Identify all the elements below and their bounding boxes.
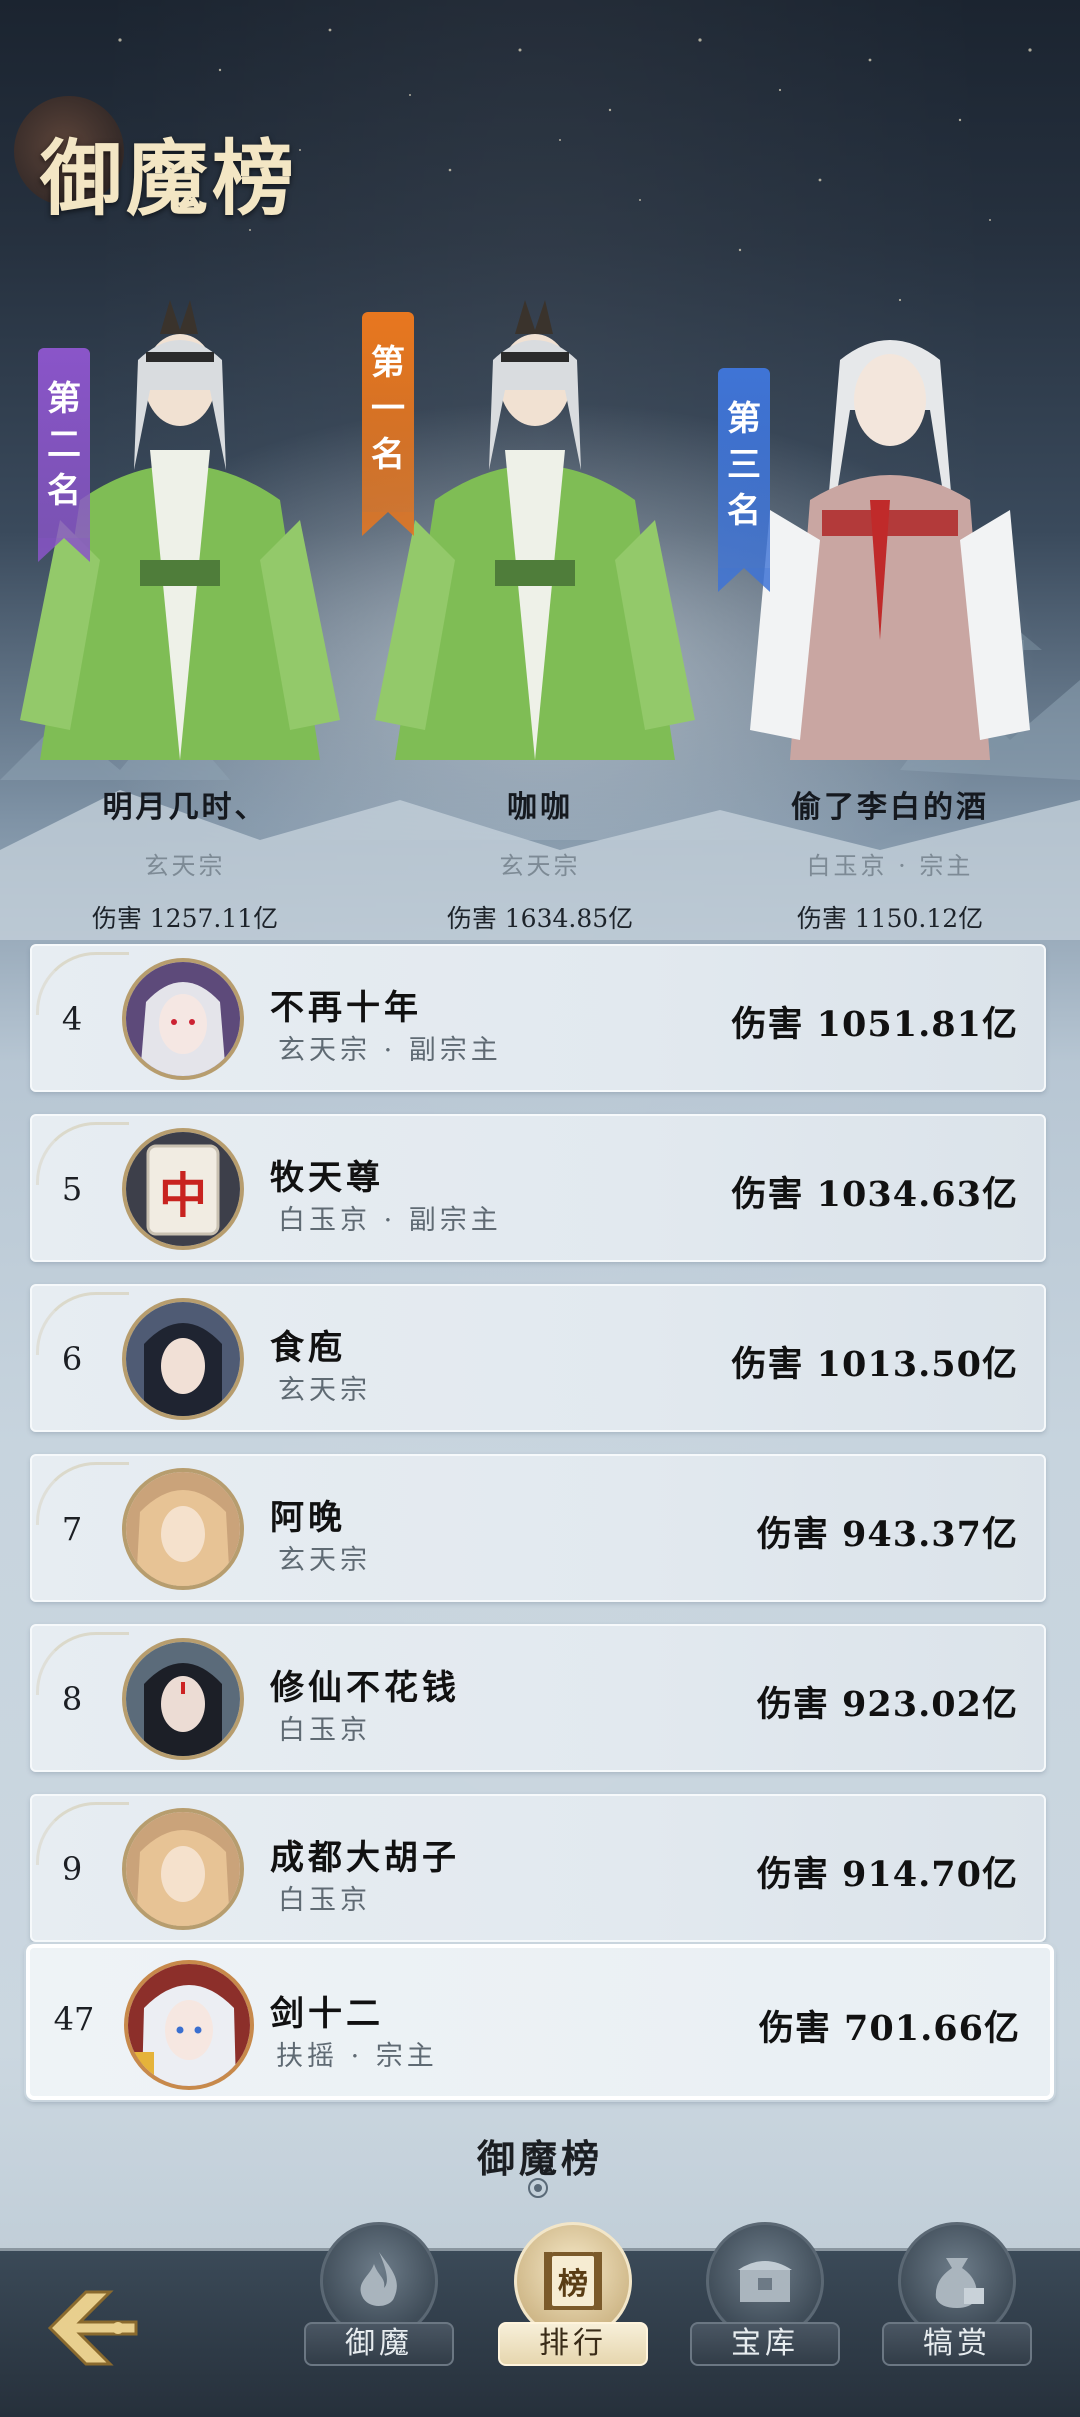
player-guild: 玄天宗 (144, 852, 226, 880)
banner-char: 二 (47, 425, 81, 465)
player-name: 咖咖 (507, 790, 573, 825)
rank-number: 4 (61, 1000, 83, 1038)
top-player-info-3: 偷了李白的酒 白玉京 · 宗主 伤害 1150.12亿 (710, 782, 1070, 935)
player-guild: 玄天宗 (278, 1375, 371, 1406)
banner-char: 第 (371, 343, 405, 383)
white-hair-avatar[interactable] (124, 1960, 254, 2090)
silver-hair-avatar[interactable] (122, 958, 244, 1080)
player-damage: 伤害 943.37亿 (756, 1514, 1018, 1555)
ranking-row[interactable]: 4 不再十年 玄天宗 · 副宗主 伤害 1051.81亿 (30, 944, 1046, 1092)
rank-number: 6 (61, 1340, 83, 1378)
ranking-row[interactable]: 8 修仙不花钱 白玉京 伤害 923.02亿 (30, 1624, 1046, 1772)
rank-banner-3: 第 三 名 (718, 368, 770, 592)
ranking-row[interactable]: 7 阿晚 玄天宗 伤害 943.37亿 (30, 1454, 1046, 1602)
player-damage: 伤害 1034.63亿 (731, 1174, 1018, 1215)
nav-tab-rewards[interactable]: 犒赏 (882, 2222, 1032, 2402)
rank-number: 8 (61, 1680, 83, 1718)
banner-char: 第 (727, 399, 761, 439)
podium-rank-2[interactable]: 第 二 名 (20, 300, 350, 780)
player-name: 明月几时、 (102, 790, 268, 825)
podium-rank-1[interactable] (375, 300, 705, 780)
player-name: 剑十二 (270, 1994, 384, 2034)
player-damage: 伤害 1634.85亿 (446, 904, 634, 933)
mahjong-tile-avatar[interactable]: 中 (122, 1128, 244, 1250)
ranking-row[interactable]: 5 中 牧天尊 白玉京 · 副宗主 伤害 1034.63亿 (30, 1114, 1046, 1262)
player-guild: 玄天宗 · 副宗主 (278, 1035, 502, 1066)
banner-tip (718, 568, 770, 592)
nav-tab-ranking[interactable]: 榜 排行 (498, 2222, 648, 2402)
player-damage: 伤害 701.66亿 (758, 2008, 1020, 2049)
player-name: 牧天尊 (270, 1158, 384, 1198)
ranking-row[interactable]: 9 成都大胡子 白玉京 伤害 914.70亿 (30, 1794, 1046, 1942)
player-damage: 伤害 1257.11亿 (91, 904, 279, 933)
player-guild: 玄天宗 (499, 852, 581, 880)
banner-tip (362, 512, 414, 536)
podium-rank-3[interactable] (730, 300, 1060, 780)
page-indicator-dot (528, 2178, 548, 2198)
top-player-info-1: 咖咖 玄天宗 伤害 1634.85亿 (360, 782, 720, 935)
banner-char: 名 (727, 491, 761, 531)
footer-page-label: 御魔榜 (476, 2136, 603, 2181)
banner-char: 名 (371, 435, 405, 475)
dark-hair-avatar[interactable] (122, 1638, 244, 1760)
player-name: 阿晚 (270, 1498, 346, 1538)
ranking-row[interactable]: 6 食庖 玄天宗 伤害 1013.50亿 (30, 1284, 1046, 1432)
nav-tab-yumo[interactable]: 御魔 (304, 2222, 454, 2402)
player-damage: 伤害 914.70亿 (756, 1854, 1018, 1895)
back-arrow-icon[interactable] (40, 2278, 150, 2378)
rank-banner-1: 第 一 名 (362, 312, 414, 536)
self-ranking-row[interactable]: 47 剑十二 扶摇 · 宗主 伤害 701.66亿 (26, 1944, 1054, 2100)
player-damage: 伤害 1013.50亿 (731, 1344, 1018, 1385)
player-guild: 白玉京 · 副宗主 (278, 1205, 502, 1236)
player-name: 不再十年 (270, 988, 422, 1028)
player-name: 成都大胡子 (270, 1838, 460, 1878)
player-damage: 伤害 1150.12亿 (796, 904, 984, 933)
nav-label: 御魔 (304, 2322, 454, 2366)
banner-char: 名 (47, 471, 81, 511)
blonde-hair-avatar[interactable] (122, 1468, 244, 1590)
character-portrait-white-dress (750, 340, 1030, 760)
banner-char: 一 (371, 389, 405, 429)
character-portrait-green-robe (375, 300, 695, 760)
nav-label: 排行 (498, 2322, 648, 2366)
blonde-hair-avatar[interactable] (122, 1808, 244, 1930)
player-damage: 伤害 1051.81亿 (731, 1004, 1018, 1045)
rank-number: 7 (61, 1510, 83, 1548)
player-name: 修仙不花钱 (270, 1668, 460, 1708)
player-guild: 白玉京 (278, 1715, 371, 1746)
banner-char: 第 (47, 379, 81, 419)
ranking-icon-char: 榜 (558, 2267, 588, 2302)
rank-number: 9 (61, 1850, 83, 1888)
page-title: 御魔榜 (40, 131, 299, 227)
top-player-info-2: 明月几时、 玄天宗 伤害 1257.11亿 (5, 782, 365, 935)
player-name: 食庖 (270, 1328, 346, 1368)
player-guild: 白玉京 · 宗主 (806, 852, 974, 880)
dark-hair-avatar[interactable] (122, 1298, 244, 1420)
nav-label: 宝库 (690, 2322, 840, 2366)
rank-number: 47 (53, 2000, 95, 2038)
nav-tab-treasury[interactable]: 宝库 (690, 2222, 840, 2402)
rank-number: 5 (61, 1170, 83, 1208)
player-damage: 伤害 923.02亿 (756, 1684, 1018, 1725)
nav-label: 犒赏 (882, 2322, 1032, 2366)
player-guild: 白玉京 (278, 1885, 371, 1916)
rank-banner-2: 第 二 名 (38, 348, 90, 562)
player-guild: 玄天宗 (278, 1545, 371, 1576)
mahjong-tile-char: 中 (158, 1168, 207, 1224)
banner-char: 三 (727, 445, 761, 485)
player-guild: 扶摇 · 宗主 (276, 2041, 438, 2072)
banner-tip (38, 538, 90, 562)
player-name: 偷了李白的酒 (791, 790, 989, 825)
